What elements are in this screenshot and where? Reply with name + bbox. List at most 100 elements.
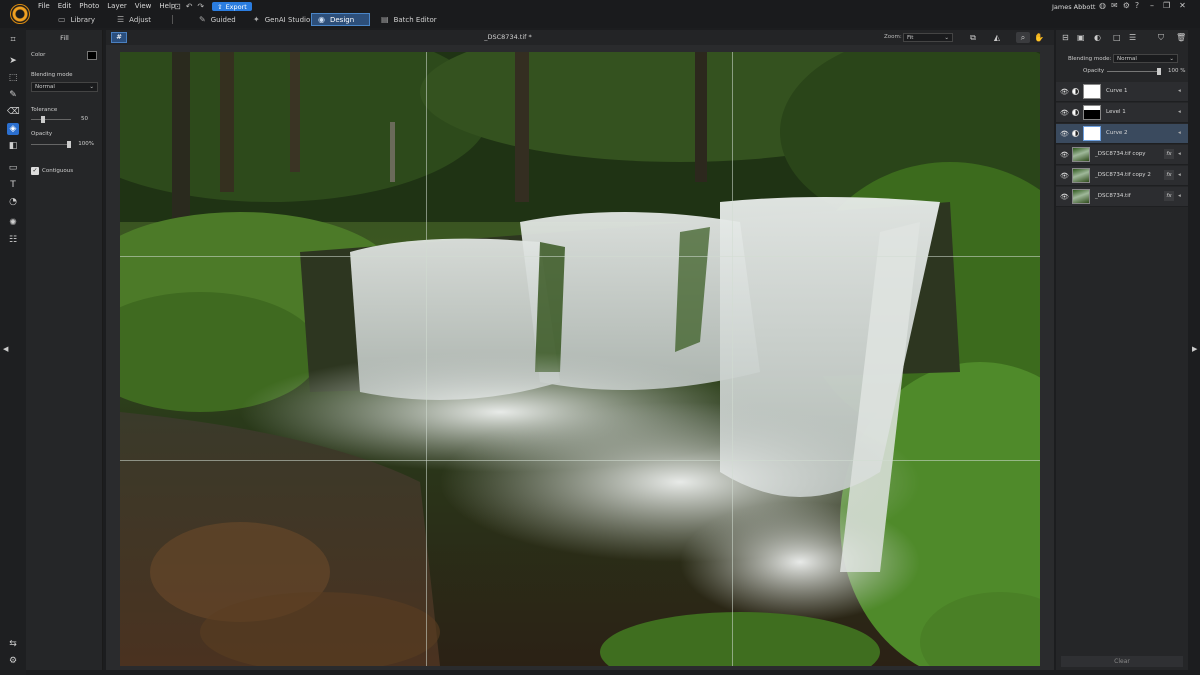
sliders-icon: ☰ [117, 15, 125, 24]
menu-help[interactable]: Help [159, 2, 175, 12]
user-name[interactable]: James Abbott [1052, 3, 1095, 11]
chevron-right-icon[interactable]: ◂ [1178, 193, 1181, 199]
layer-item-curve-2[interactable]: 👁 Curve 2 ◂ [1056, 124, 1188, 144]
layer-opacity-value: 100 % [1168, 68, 1186, 74]
tolerance-value: 50 [81, 116, 88, 122]
text-tool-icon[interactable]: T [7, 179, 19, 191]
layer-opacity-knob[interactable] [1157, 68, 1161, 75]
chevron-right-icon[interactable]: ◂ [1178, 109, 1181, 115]
tolerance-slider-knob[interactable] [41, 116, 45, 123]
visibility-eye-icon[interactable]: 👁 [1060, 88, 1069, 96]
color-label: Color [31, 52, 46, 58]
chevron-down-icon: ⌄ [89, 84, 94, 90]
mask-icon[interactable]: □ [1113, 33, 1121, 42]
close-icon[interactable]: ✕ [1179, 1, 1186, 10]
fx-icon[interactable]: fx [1164, 149, 1174, 159]
layer-opacity-label: Opacity [1083, 68, 1105, 74]
settings-icon[interactable]: ⚙ [1123, 1, 1130, 10]
library-icon: ▭ [58, 15, 66, 24]
filter-icon[interactable]: ⛉ [1158, 33, 1164, 43]
layer-item-dsc8734-copy[interactable]: 👁 _DSC8734.tif copy fx ◂ [1056, 145, 1188, 165]
zoom-tool-icon[interactable]: ⌕ [1016, 32, 1030, 43]
chevron-right-icon[interactable]: ◂ [1178, 88, 1181, 94]
adjustment-icon [1072, 88, 1079, 95]
layer-item-level-1[interactable]: 👁 Level 1 ◂ [1056, 103, 1188, 123]
fx-icon[interactable]: fx [1164, 170, 1174, 180]
visibility-eye-icon[interactable]: 👁 [1060, 130, 1069, 138]
menu-edit[interactable]: Edit [58, 2, 72, 12]
collapse-left-icon[interactable]: ◀ [3, 345, 8, 353]
layer-blending-select[interactable]: Normal ⌄ [1113, 54, 1178, 63]
layer-thumbnail [1083, 105, 1101, 120]
layer-menu-icon[interactable]: ☰ [1129, 33, 1136, 42]
add-image-layer-icon[interactable]: ▣ [1077, 33, 1085, 42]
tab-guided[interactable]: ✎ Guided [193, 13, 242, 26]
contiguous-checkbox[interactable]: ✓ [31, 167, 39, 175]
crop-ratio-icon[interactable]: ⧉ [966, 32, 980, 43]
selection-tool-icon[interactable]: ⬚ [7, 72, 19, 84]
layer-properties-icon[interactable]: ⊟ [1062, 33, 1069, 42]
layer-thumbnail [1072, 189, 1090, 204]
account-icon[interactable]: ◍ [1099, 1, 1106, 10]
compare-icon[interactable]: ◭ [990, 32, 1004, 43]
visibility-eye-icon[interactable]: 👁 [1060, 109, 1069, 117]
delete-layer-icon[interactable]: 🗑 [1176, 33, 1186, 42]
blending-mode-select[interactable]: Normal ⌄ [31, 82, 98, 92]
settings-gear-icon[interactable]: ⚙ [7, 655, 19, 667]
menu-photo[interactable]: Photo [79, 2, 99, 12]
gradient-tool-icon[interactable]: ◧ [7, 140, 19, 152]
opacity-slider[interactable] [31, 141, 71, 148]
opacity-value: 100% [78, 141, 94, 147]
layer-item-dsc8734[interactable]: 👁 _DSC8734.tif fx ◂ [1056, 187, 1188, 207]
chevron-right-icon[interactable]: ◂ [1178, 130, 1181, 136]
save-icon[interactable]: ⊡ [174, 2, 181, 11]
tab-adjust[interactable]: ☰ Adjust [111, 13, 157, 26]
opacity-label: Opacity [31, 131, 53, 137]
export-button[interactable]: ⇪ Export [212, 2, 252, 11]
adjust-tool-icon[interactable]: ☷ [7, 234, 19, 246]
minimize-icon[interactable]: – [1150, 1, 1154, 10]
fx-icon[interactable]: fx [1164, 191, 1174, 201]
sticker-tool-icon[interactable]: ◔ [7, 196, 19, 208]
crop-tool-icon[interactable]: ⌗ [7, 34, 19, 46]
visibility-eye-icon[interactable]: 👁 [1060, 193, 1069, 201]
design-icon: ◉ [318, 15, 325, 24]
layer-item-curve-1[interactable]: 👁 Curve 1 ◂ [1056, 82, 1188, 102]
switch-tool-icon[interactable]: ⇆ [7, 638, 19, 650]
layer-item-dsc8734-copy-2[interactable]: 👁 _DSC8734.tif copy 2 fx ◂ [1056, 166, 1188, 186]
menu-file[interactable]: File [38, 2, 50, 12]
visibility-eye-icon[interactable]: 👁 [1060, 151, 1069, 159]
adjustment-layer-icon[interactable]: ◐ [1094, 33, 1101, 42]
tab-batch-editor[interactable]: ▤ Batch Editor [375, 13, 443, 26]
title-bar: File Edit Photo Layer View Help ⊡ ↶ ↷ ⇪ … [0, 0, 1200, 28]
undo-icon[interactable]: ↶ [186, 2, 193, 11]
collapse-right-icon[interactable]: ▶ [1192, 345, 1197, 353]
photo-canvas[interactable] [120, 52, 1040, 666]
tab-genai-studio[interactable]: ✦ GenAI Studio [247, 13, 316, 26]
layer-name: _DSC8734.tif copy [1095, 151, 1146, 157]
tab-library[interactable]: ▭ Library [52, 13, 101, 26]
layer-opacity-slider[interactable] [1107, 68, 1161, 75]
help-icon[interactable]: ? [1135, 1, 1139, 10]
chevron-right-icon[interactable]: ◂ [1178, 151, 1181, 157]
hand-tool-icon[interactable]: ✋ [1032, 32, 1046, 43]
clear-button[interactable]: Clear [1061, 656, 1183, 667]
redo-icon[interactable]: ↷ [197, 2, 204, 11]
color-swatch[interactable] [87, 51, 97, 60]
notification-icon[interactable]: ✉ [1111, 1, 1118, 10]
tab-design[interactable]: ◉ Design [311, 13, 370, 26]
visibility-eye-icon[interactable]: 👁 [1060, 172, 1069, 180]
brush-tool-icon[interactable]: ✎ [7, 89, 19, 101]
tolerance-slider[interactable] [31, 116, 71, 123]
chevron-right-icon[interactable]: ◂ [1178, 172, 1181, 178]
magic-tool-icon[interactable]: ✺ [7, 217, 19, 229]
zoom-select[interactable]: Fit ⌄ [903, 33, 953, 42]
shape-tool-icon[interactable]: ▭ [7, 162, 19, 174]
menu-view[interactable]: View [135, 2, 152, 12]
opacity-slider-knob[interactable] [67, 141, 71, 148]
fill-tool-icon[interactable]: ◈ [7, 123, 19, 135]
menu-layer[interactable]: Layer [107, 2, 127, 12]
move-tool-icon[interactable]: ➤ [7, 55, 19, 67]
eraser-tool-icon[interactable]: ⌫ [7, 106, 20, 118]
restore-icon[interactable]: ❐ [1163, 1, 1170, 10]
